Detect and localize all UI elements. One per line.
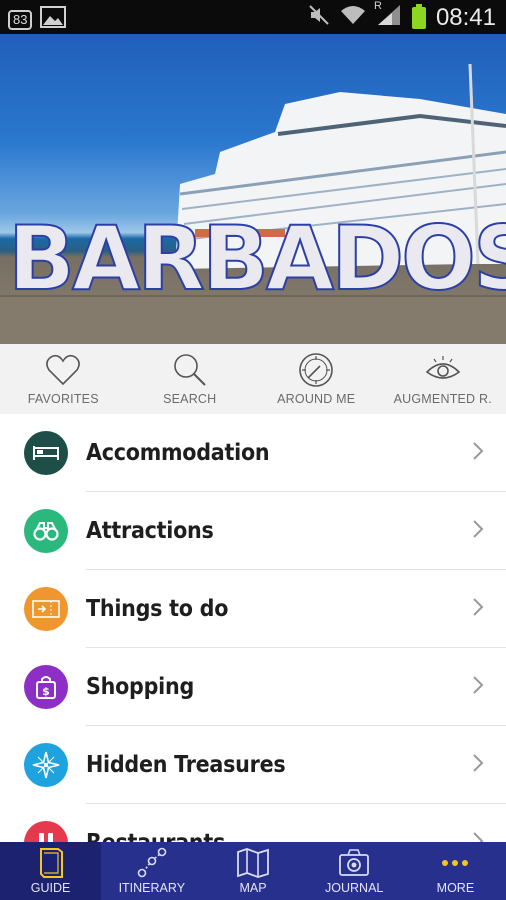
notification-badge-icon: 83 [8, 9, 33, 30]
favorites-button[interactable]: FAVORITES [0, 344, 127, 414]
battery-icon [411, 3, 426, 29]
list-item-things-to-do[interactable]: Things to do [0, 570, 506, 648]
list-item-restaurants[interactable]: Restaurants [0, 804, 506, 842]
search-icon [173, 354, 206, 386]
chevron-right-icon [473, 520, 484, 538]
shopping-bag-icon: $ [24, 665, 68, 709]
list-item-shopping[interactable]: $ Shopping [0, 648, 506, 726]
map-icon [237, 848, 269, 878]
hero-image: BARBADOS [0, 34, 506, 344]
list-item-attractions[interactable]: Attractions [0, 492, 506, 570]
nav-itinerary[interactable]: ITINERARY [101, 842, 202, 900]
chevron-right-icon [473, 676, 484, 694]
more-dots-icon [442, 860, 469, 866]
chevron-right-icon [473, 832, 484, 842]
mute-icon [308, 4, 330, 31]
search-label: SEARCH [163, 392, 217, 406]
bed-icon [24, 431, 68, 475]
binoculars-icon [24, 509, 68, 553]
clock: 08:41 [435, 3, 496, 31]
list-item-label: Restaurants [86, 830, 225, 842]
list-item-label: Attractions [86, 518, 214, 544]
camera-icon [339, 849, 370, 876]
list-item-label: Accommodation [86, 440, 270, 466]
list-item-accommodation[interactable]: Accommodation [0, 414, 506, 492]
eye-icon [425, 356, 460, 379]
nav-itinerary-label: ITINERARY [118, 881, 186, 895]
nav-guide[interactable]: GUIDE [0, 842, 102, 900]
svg-text:BARBADOS: BARBADOS [8, 207, 506, 310]
chevron-right-icon [473, 598, 484, 616]
list-item-hidden-treasures[interactable]: Hidden Treasures [0, 726, 506, 804]
around-me-button[interactable]: AROUND ME [253, 344, 380, 414]
status-bar: 83 R 08:41 [0, 0, 506, 34]
nav-more[interactable]: MORE [405, 842, 506, 900]
chevron-right-icon [473, 442, 484, 460]
signal-icon: R [374, 0, 402, 31]
ticket-icon [24, 587, 68, 631]
compass-icon [299, 353, 334, 387]
nav-journal[interactable]: JOURNAL [304, 842, 405, 900]
search-button[interactable]: SEARCH [127, 344, 254, 414]
heart-icon [46, 354, 81, 386]
category-list: Accommodation Attractions Things to do $… [0, 414, 506, 842]
gallery-icon [40, 6, 67, 33]
favorites-label: FAVORITES [27, 392, 99, 406]
barbados-sign: BARBADOS [7, 206, 506, 311]
nav-map-label: MAP [239, 881, 267, 895]
quick-actions-bar: FAVORITES SEARCH AROUND ME AUGMENTED R. [0, 344, 506, 414]
route-icon [137, 847, 167, 878]
list-item-label: Things to do [86, 596, 229, 622]
svg-text:$: $ [42, 685, 50, 698]
wifi-icon [340, 4, 366, 31]
list-item-label: Hidden Treasures [86, 752, 286, 778]
list-item-label: Shopping [86, 674, 194, 700]
around-me-label: AROUND ME [277, 392, 356, 406]
book-icon [39, 848, 63, 878]
bottom-navigation: GUIDE ITINERARY MAP JOURNAL MORE [0, 842, 506, 900]
nav-guide-label: GUIDE [30, 881, 71, 895]
nav-journal-label: JOURNAL [325, 881, 384, 895]
restaurant-icon [24, 821, 68, 842]
compass-rose-icon [24, 743, 68, 787]
augmented-reality-button[interactable]: AUGMENTED R. [380, 344, 506, 414]
nav-map[interactable]: MAP [202, 842, 303, 900]
nav-more-label: MORE [436, 881, 475, 895]
chevron-right-icon [473, 754, 484, 772]
augmented-reality-label: AUGMENTED R. [393, 392, 492, 406]
